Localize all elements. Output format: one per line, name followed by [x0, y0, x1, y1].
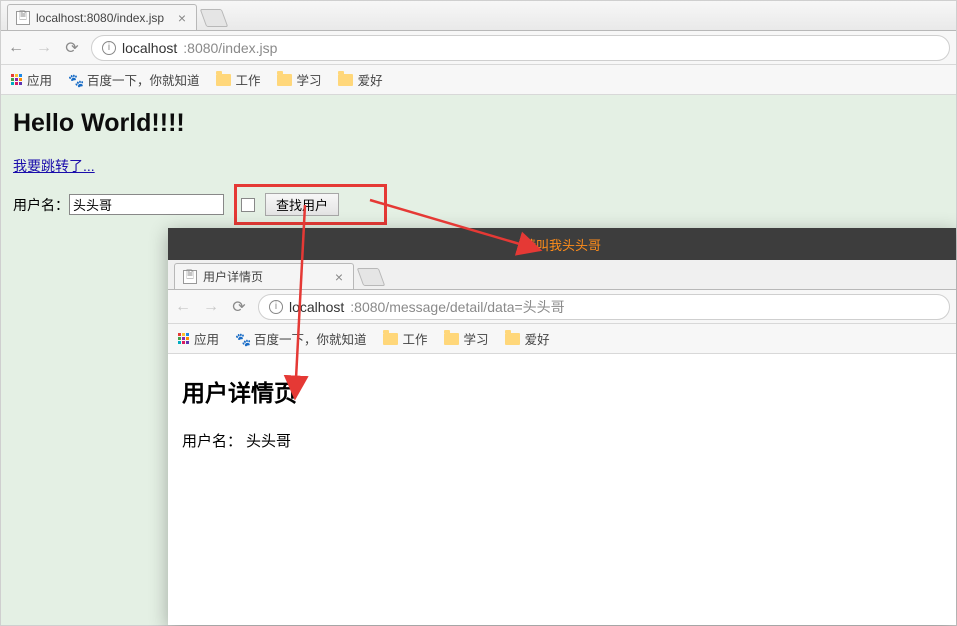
bookmark-baidu[interactable]: 🐾 百度一下，你就知道 [68, 70, 200, 89]
apps-icon [11, 74, 22, 85]
bookmark-label: 学习 [297, 70, 322, 89]
username-label: 用户名： [182, 430, 242, 451]
folder-icon [216, 74, 231, 86]
bookmark-folder-study[interactable]: 学习 [444, 329, 489, 348]
tab-strip: 🗎 localhost:8080/index.jsp × [1, 1, 956, 31]
apps-label: 应用 [27, 70, 52, 89]
new-tab-button[interactable] [357, 268, 386, 286]
bookmark-label: 工作 [403, 329, 428, 348]
browser-window-2: 请叫我头头哥 🗎 用户详情页 × ← → ⟳ i localhost :8080/… [168, 228, 956, 625]
tab-title: 用户详情页 [203, 268, 263, 285]
window-title: 请叫我头头哥 [523, 235, 601, 254]
baidu-icon: 🐾 [68, 73, 82, 87]
username-value: 头头哥 [246, 430, 291, 451]
url-bar[interactable]: i localhost :8080/message/detail/data=头头哥 [258, 294, 950, 320]
apps-shortcut[interactable]: 应用 [178, 329, 219, 348]
back-button[interactable]: ← [174, 298, 192, 316]
tab-strip: 🗎 用户详情页 × [168, 260, 956, 290]
page-content: 用户详情页 用户名： 头头哥 [168, 354, 956, 625]
close-tab-icon[interactable]: × [176, 10, 188, 26]
bookmark-folder-work[interactable]: 工作 [383, 329, 428, 348]
folder-icon [383, 333, 398, 345]
folder-icon [277, 74, 292, 86]
username-label: 用户名： [13, 195, 69, 215]
bookmark-folder-hobby[interactable]: 爱好 [505, 329, 550, 348]
forward-button[interactable]: → [35, 39, 53, 57]
url-host: localhost [289, 299, 344, 315]
page-heading: Hello World!!!! [13, 109, 944, 138]
url-bar[interactable]: i localhost :8080/index.jsp [91, 35, 950, 61]
site-info-icon[interactable]: i [269, 300, 283, 314]
browser-tab[interactable]: 🗎 用户详情页 × [174, 263, 354, 289]
bookmark-folder-work[interactable]: 工作 [216, 70, 261, 89]
nav-toolbar: ← → ⟳ i localhost :8080/message/detail/da… [168, 290, 956, 324]
page-favicon-icon: 🗎 [16, 11, 30, 25]
bookmark-label: 爱好 [525, 329, 550, 348]
bookmark-baidu[interactable]: 🐾 百度一下，你就知道 [235, 329, 367, 348]
baidu-icon: 🐾 [235, 332, 249, 346]
tab-title: localhost:8080/index.jsp [36, 11, 164, 25]
find-user-button[interactable]: 查找用户 [265, 193, 339, 216]
apps-icon [178, 333, 189, 344]
detail-heading: 用户详情页 [182, 374, 942, 408]
reload-button[interactable]: ⟳ [230, 298, 248, 316]
bookmarks-bar: 应用 🐾 百度一下，你就知道 工作 学习 爱好 [1, 65, 956, 95]
nav-toolbar: ← → ⟳ i localhost :8080/index.jsp [1, 31, 956, 65]
forward-button[interactable]: → [202, 298, 220, 316]
back-button[interactable]: ← [7, 39, 25, 57]
bookmarks-bar: 应用 🐾 百度一下，你就知道 工作 学习 爱好 [168, 324, 956, 354]
bookmark-label: 百度一下，你就知道 [87, 70, 200, 89]
browser-tab[interactable]: 🗎 localhost:8080/index.jsp × [7, 4, 197, 30]
page-favicon-icon: 🗎 [183, 270, 197, 284]
checkbox[interactable] [241, 198, 255, 212]
folder-icon [505, 333, 520, 345]
folder-icon [338, 74, 353, 86]
user-search-form: 用户名： 查找用户 [13, 184, 944, 225]
bookmark-label: 爱好 [358, 70, 383, 89]
url-path: :8080/message/detail/data=头头哥 [350, 297, 564, 317]
bookmark-label: 学习 [464, 329, 489, 348]
bookmark-folder-hobby[interactable]: 爱好 [338, 70, 383, 89]
close-tab-icon[interactable]: × [333, 269, 345, 285]
url-host: localhost [122, 40, 177, 56]
new-tab-button[interactable] [200, 9, 229, 27]
window-title-bar: 请叫我头头哥 [168, 228, 956, 260]
jump-link[interactable]: 我要跳转了... [13, 158, 95, 174]
bookmark-folder-study[interactable]: 学习 [277, 70, 322, 89]
bookmark-label: 工作 [236, 70, 261, 89]
username-input[interactable] [69, 194, 224, 215]
url-path: :8080/index.jsp [183, 40, 277, 56]
bookmark-label: 百度一下，你就知道 [254, 329, 367, 348]
site-info-icon[interactable]: i [102, 41, 116, 55]
user-detail-row: 用户名： 头头哥 [182, 430, 942, 451]
submit-highlight-box: 查找用户 [234, 184, 387, 225]
apps-shortcut[interactable]: 应用 [11, 70, 52, 89]
reload-button[interactable]: ⟳ [63, 39, 81, 57]
apps-label: 应用 [194, 329, 219, 348]
folder-icon [444, 333, 459, 345]
